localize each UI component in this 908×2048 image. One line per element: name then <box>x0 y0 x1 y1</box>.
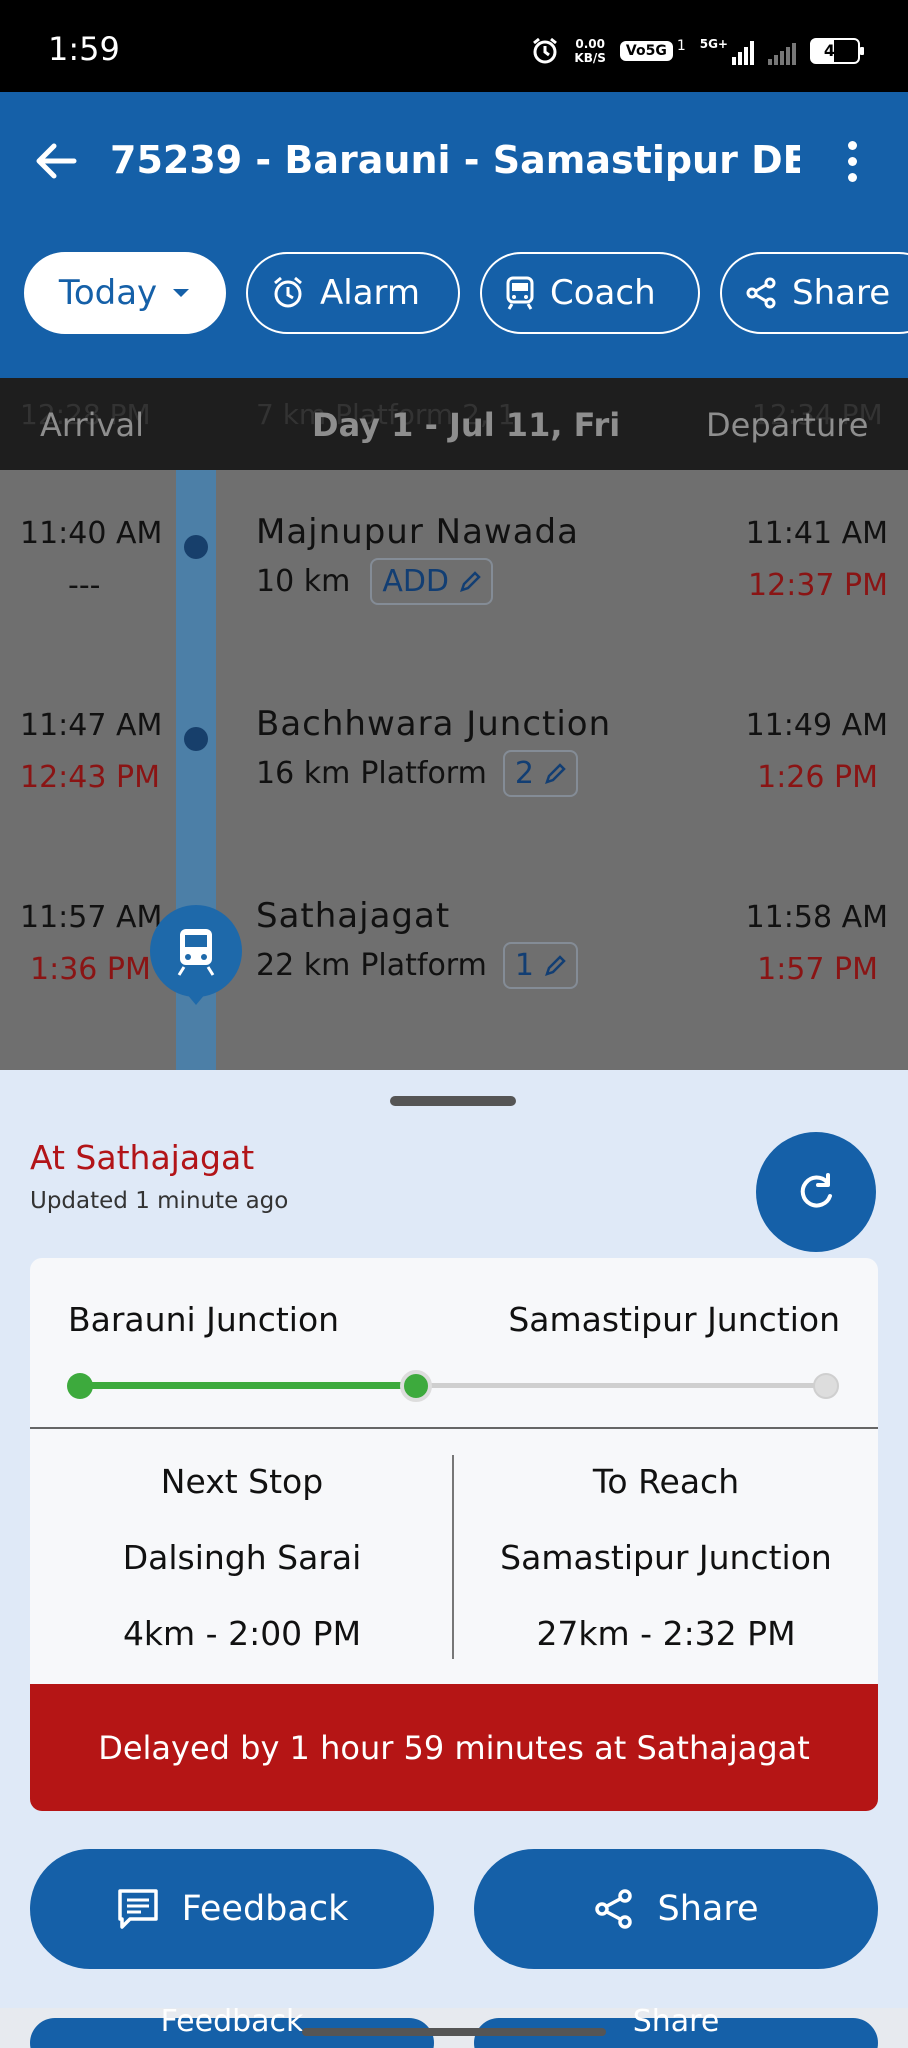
station-dot <box>184 535 208 559</box>
train-position-marker <box>150 905 242 1005</box>
arrival-header: Arrival <box>40 406 144 444</box>
station-dot <box>184 727 208 751</box>
origin-station: Barauni Junction <box>68 1300 340 1339</box>
signal-strength-2-icon <box>768 37 796 65</box>
delay-message: Delayed by 1 hour 59 minutes at Sathajag… <box>98 1728 810 1767</box>
last-updated: Updated 1 minute ago <box>30 1188 289 1214</box>
status-icons: 0.00 KB/S Vo5G 1 5G+ 47 <box>530 36 864 66</box>
station-row[interactable]: 11:47 AM 12:43 PM Bachhwara Junction 16 … <box>0 692 908 852</box>
more-vert-icon <box>847 140 857 150</box>
share-chip[interactable]: Share <box>720 252 908 334</box>
divider <box>30 1427 878 1429</box>
add-platform-button[interactable]: ADD <box>370 558 494 605</box>
clock: 1:59 <box>48 30 120 68</box>
progress-current-dot <box>399 1370 432 1402</box>
alarm-chip[interactable]: Alarm <box>246 252 460 334</box>
day-header: 12:28 PM 7 km Platform 2, 1 12:34 PM Arr… <box>0 378 908 470</box>
station-distance: 10 km <box>256 564 351 599</box>
feedback-icon <box>117 1889 158 1929</box>
next-stop-info: 4km - 2:00 PM <box>122 1614 362 1653</box>
sim-indicator: 1 <box>676 38 686 54</box>
arrival-scheduled: 11:57 AM <box>20 900 163 935</box>
edit-platform-button[interactable]: 1 <box>502 942 578 989</box>
station-distance: 22 km <box>256 948 351 983</box>
train-icon <box>177 929 215 1005</box>
page-title: 75239 - Barauni - Samastipur DEM... <box>110 138 800 182</box>
platform-label: Platform <box>360 756 487 791</box>
data-rate: 0.00 KB/S <box>574 37 606 65</box>
next-stop-label: Next Stop <box>160 1462 324 1501</box>
station-name: Sathajagat <box>256 896 451 936</box>
next-stop-name: Dalsingh Sarai <box>122 1538 362 1577</box>
destination-station: Samastipur Junction <box>508 1300 840 1339</box>
departure-actual: 1:26 PM <box>757 760 878 795</box>
arrival-scheduled: 11:40 AM <box>20 516 163 551</box>
share-icon <box>595 1889 633 1929</box>
day-selector-chip[interactable]: Today <box>24 252 226 334</box>
pencil-icon <box>544 954 566 976</box>
departure-header: Departure <box>706 406 869 444</box>
delay-banner: Delayed by 1 hour 59 minutes at Sathajag… <box>30 1684 878 1811</box>
battery-icon: 47 <box>810 38 864 64</box>
train-icon <box>506 276 534 310</box>
coach-chip[interactable]: Coach <box>480 252 700 334</box>
progress-end-dot <box>813 1373 839 1399</box>
feedback-button[interactable]: Feedback <box>30 1849 434 1969</box>
day-label: Day 1 - Jul 11, Fri <box>312 406 621 444</box>
station-distance: 16 km <box>256 756 351 791</box>
signal-strength-icon: 5G+ <box>700 37 754 65</box>
arrow-left-icon <box>36 143 77 179</box>
station-name: Bachhwara Junction <box>256 704 612 744</box>
station-row-current[interactable]: 11:57 AM 1:36 PM Sathajagat 22 km Platfo… <box>0 884 908 1044</box>
platform-label: Platform <box>360 948 487 983</box>
station-name: Majnupur Nawada <box>256 512 579 552</box>
sheet-drag-handle[interactable] <box>390 1096 516 1106</box>
station-row[interactable]: 11:40 AM --- Majnupur Nawada 10 km ADD 1… <box>0 500 908 660</box>
back-button[interactable] <box>30 135 82 187</box>
departure-actual: 12:37 PM <box>748 568 888 603</box>
refresh-icon <box>800 1173 832 1208</box>
progress-fill <box>80 1382 416 1389</box>
alarm-status-icon <box>533 37 558 64</box>
share-button[interactable]: Share <box>474 1849 878 1969</box>
departure-scheduled: 11:41 AM <box>745 516 888 551</box>
arrival-actual: 1:36 PM <box>30 952 151 987</box>
current-location: At Sathajagat <box>30 1138 255 1177</box>
to-reach-name: Samastipur Junction <box>500 1538 832 1577</box>
alarm-clock-icon <box>274 276 302 308</box>
progress-start-dot <box>67 1373 93 1399</box>
pencil-icon <box>544 762 566 784</box>
departure-scheduled: 11:58 AM <box>745 900 888 935</box>
departure-scheduled: 11:49 AM <box>745 708 888 743</box>
arrival-actual: --- <box>68 568 101 603</box>
caret-down-icon <box>173 289 190 297</box>
column-divider <box>452 1455 454 1659</box>
pencil-icon <box>460 570 481 592</box>
refresh-button[interactable] <box>756 1132 876 1252</box>
arrival-actual: 12:43 PM <box>20 760 160 795</box>
app-bar <box>0 92 908 378</box>
arrival-scheduled: 11:47 AM <box>20 708 163 743</box>
to-reach-info: 27km - 2:32 PM <box>536 1614 796 1653</box>
more-options-button[interactable] <box>832 135 872 187</box>
share-icon <box>746 277 776 309</box>
volte-badge: Vo5G <box>619 41 673 61</box>
to-reach-label: To Reach <box>592 1462 740 1501</box>
home-indicator[interactable] <box>302 2028 606 2036</box>
departure-actual: 1:57 PM <box>757 952 878 987</box>
edit-platform-button[interactable]: 2 <box>502 750 578 797</box>
status-bar: 1:59 0.00 KB/S Vo5G 1 5G+ 47 <box>0 0 908 92</box>
